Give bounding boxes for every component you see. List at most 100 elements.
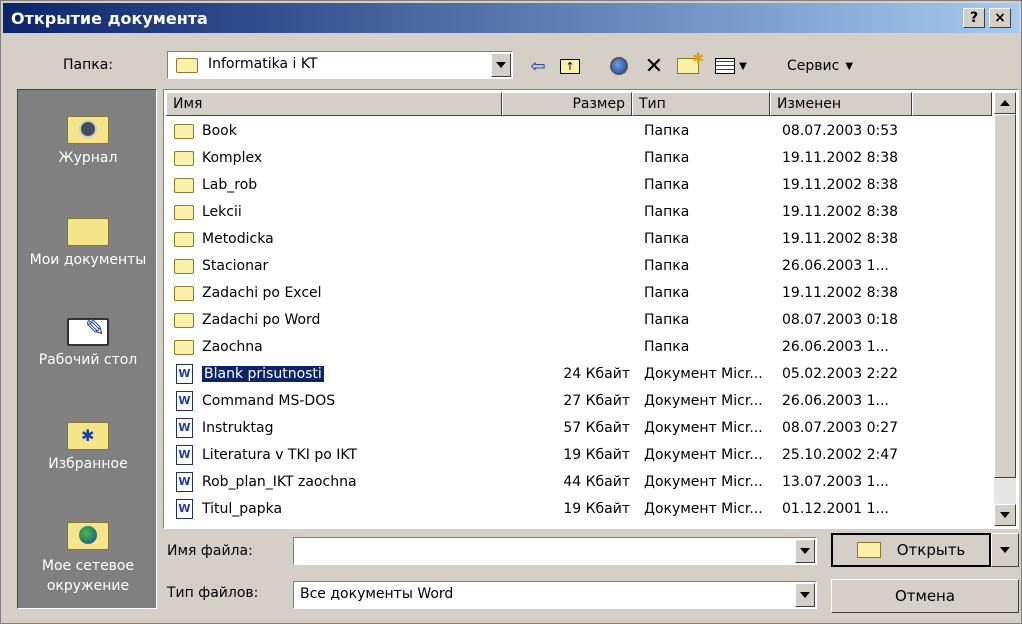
filename-label-text: Имя файла:	[167, 543, 253, 559]
file-modified: 08.07.2003 0:27	[782, 420, 899, 436]
filename-input[interactable]	[293, 537, 817, 565]
file-type: Документ Micr...	[644, 366, 763, 382]
word-document-icon: W	[176, 499, 193, 519]
open-folder-icon	[856, 542, 881, 558]
file-name: Rob_plan_IKT zaochna	[202, 474, 357, 490]
file-modified: 13.07.2003 1...	[782, 474, 889, 490]
search-web-icon[interactable]	[605, 53, 633, 79]
filetype-select[interactable]: Все документы Word	[293, 581, 817, 609]
file-list[interactable]: Имя Размер Тип Изменен Book Папка 08.07.20…	[163, 89, 1019, 529]
file-row[interactable]: W Rob_plan_IKT zaochna 44 Кбайт Документ Mi…	[170, 469, 990, 495]
places-bar: Журнал Мои документы ✎ Рабочий стол ✱ Из…	[17, 89, 157, 609]
selected-file-name: Blank prisutnosti	[202, 366, 324, 382]
place-network[interactable]: Мое сетевое окружение	[18, 514, 158, 596]
file-row[interactable]: Book Папка 08.07.2003 0:53	[170, 118, 990, 144]
chevron-down-icon	[496, 62, 506, 68]
file-row[interactable]: Stacionar Папка 26.06.2003 1...	[170, 253, 990, 279]
scroll-down-button[interactable]	[994, 504, 1016, 526]
open-options-button[interactable]	[991, 533, 1019, 567]
cancel-button[interactable]: Отмена	[831, 579, 1019, 613]
filetype-value: Все документы Word	[300, 586, 454, 602]
file-type: Папка	[644, 231, 690, 247]
views-icon[interactable]: ▼	[711, 53, 751, 79]
close-button[interactable]: ×	[989, 8, 1011, 28]
folder-combo[interactable]: Informatika i KT	[167, 51, 513, 79]
place-label: Журнал	[58, 150, 118, 166]
place-favorites[interactable]: ✱ Избранное	[18, 414, 158, 472]
file-name: Titul_papka	[202, 501, 283, 517]
file-size: 44 Кбайт	[563, 474, 630, 490]
my-documents-icon	[65, 210, 111, 248]
place-label: Мои документы	[29, 252, 147, 268]
file-type: Папка	[644, 150, 690, 166]
file-type: Документ Micr...	[644, 501, 763, 517]
file-name: Zadachi po Excel	[202, 285, 322, 301]
help-button[interactable]: ?	[963, 8, 985, 28]
back-icon[interactable]: ⇦	[525, 53, 551, 79]
file-row[interactable]: W Literatura v TKI po IKT 19 Кбайт Документ…	[170, 442, 990, 468]
file-row[interactable]: W Instruktag 57 Кбайт Документ Micr... 08.07…	[170, 415, 990, 441]
folder-icon	[174, 259, 194, 274]
word-document-icon: W	[176, 445, 193, 465]
word-document-icon: W	[176, 391, 193, 411]
file-modified: 26.06.2003 1...	[782, 339, 889, 355]
open-button[interactable]: Открыть	[831, 533, 991, 567]
chevron-down-icon	[1000, 512, 1010, 518]
file-type: Папка	[644, 123, 690, 139]
file-size: 19 Кбайт	[563, 447, 630, 463]
file-name: Lab_rob	[202, 177, 258, 193]
column-header-size[interactable]: Размер	[502, 92, 632, 116]
file-modified: 26.06.2003 1...	[782, 258, 889, 274]
word-document-icon: W	[176, 472, 193, 492]
file-modified: 01.12.2001 1...	[782, 501, 889, 517]
folder-dropdown-button[interactable]	[491, 53, 511, 77]
word-document-icon: W	[176, 364, 193, 384]
file-modified: 26.06.2003 1...	[782, 393, 889, 409]
file-name: Zaochna	[202, 339, 263, 355]
chevron-down-icon	[800, 592, 810, 598]
file-row[interactable]: Zadachi po Word Папка 08.07.2003 0:18	[170, 307, 990, 333]
file-row[interactable]: Metodicka Папка 19.11.2002 8:38	[170, 226, 990, 252]
word-document-icon: W	[176, 418, 193, 438]
filename-dropdown-button[interactable]	[795, 539, 815, 563]
scroll-up-button[interactable]	[994, 92, 1016, 114]
file-name: Metodicka	[202, 231, 274, 247]
column-header-modified[interactable]: Изменен	[770, 92, 912, 116]
file-row[interactable]: W Blank prisutnosti 24 Кбайт Документ Micr.…	[170, 361, 990, 387]
file-row[interactable]: W Command MS-DOS 27 Кбайт Документ Micr... 2…	[170, 388, 990, 414]
file-row[interactable]: W Titul_papka 19 Кбайт Документ Micr... 01.1…	[170, 496, 990, 522]
filetype-dropdown-button[interactable]	[795, 583, 815, 607]
file-name: Komplex	[202, 150, 263, 166]
place-my-documents[interactable]: Мои документы	[18, 210, 158, 268]
folder-icon	[176, 58, 198, 73]
file-name: Command MS-DOS	[202, 393, 336, 409]
file-type: Папка	[644, 312, 690, 328]
service-menu[interactable]: Сервис ▼	[775, 53, 865, 79]
new-folder-icon[interactable]: ✱	[673, 51, 704, 79]
place-history[interactable]: Журнал	[18, 108, 158, 166]
file-type: Папка	[644, 177, 690, 193]
file-row[interactable]: Zaochna Папка 26.06.2003 1...	[170, 334, 990, 360]
column-header-name[interactable]: Имя	[166, 92, 502, 116]
column-header-type[interactable]: Тип	[632, 92, 770, 116]
folder-icon	[174, 178, 194, 193]
file-row[interactable]: Lab_rob Папка 19.11.2002 8:38	[170, 172, 990, 198]
folder-icon	[174, 205, 194, 220]
file-type: Документ Micr...	[644, 420, 763, 436]
file-row[interactable]: Lekcii Папка 19.11.2002 8:38	[170, 199, 990, 225]
file-modified: 25.10.2002 2:47	[782, 447, 899, 463]
place-label: Избранное	[48, 456, 128, 472]
up-folder-icon[interactable]: ↑	[557, 53, 583, 79]
scroll-thumb[interactable]	[994, 114, 1016, 478]
place-desktop[interactable]: ✎ Рабочий стол	[18, 310, 158, 368]
vertical-scrollbar[interactable]	[994, 92, 1016, 526]
file-modified: 08.07.2003 0:53	[782, 123, 899, 139]
delete-icon[interactable]: ✕	[641, 53, 667, 79]
file-row[interactable]: Komplex Папка 19.11.2002 8:38	[170, 145, 990, 171]
file-modified: 05.02.2003 2:22	[782, 366, 899, 382]
file-type: Папка	[644, 258, 690, 274]
network-icon	[65, 514, 111, 552]
file-name: Zadachi po Word	[202, 312, 321, 328]
folder-label: Папка:	[63, 57, 114, 73]
file-row[interactable]: Zadachi po Excel Папка 19.11.2002 8:38	[170, 280, 990, 306]
